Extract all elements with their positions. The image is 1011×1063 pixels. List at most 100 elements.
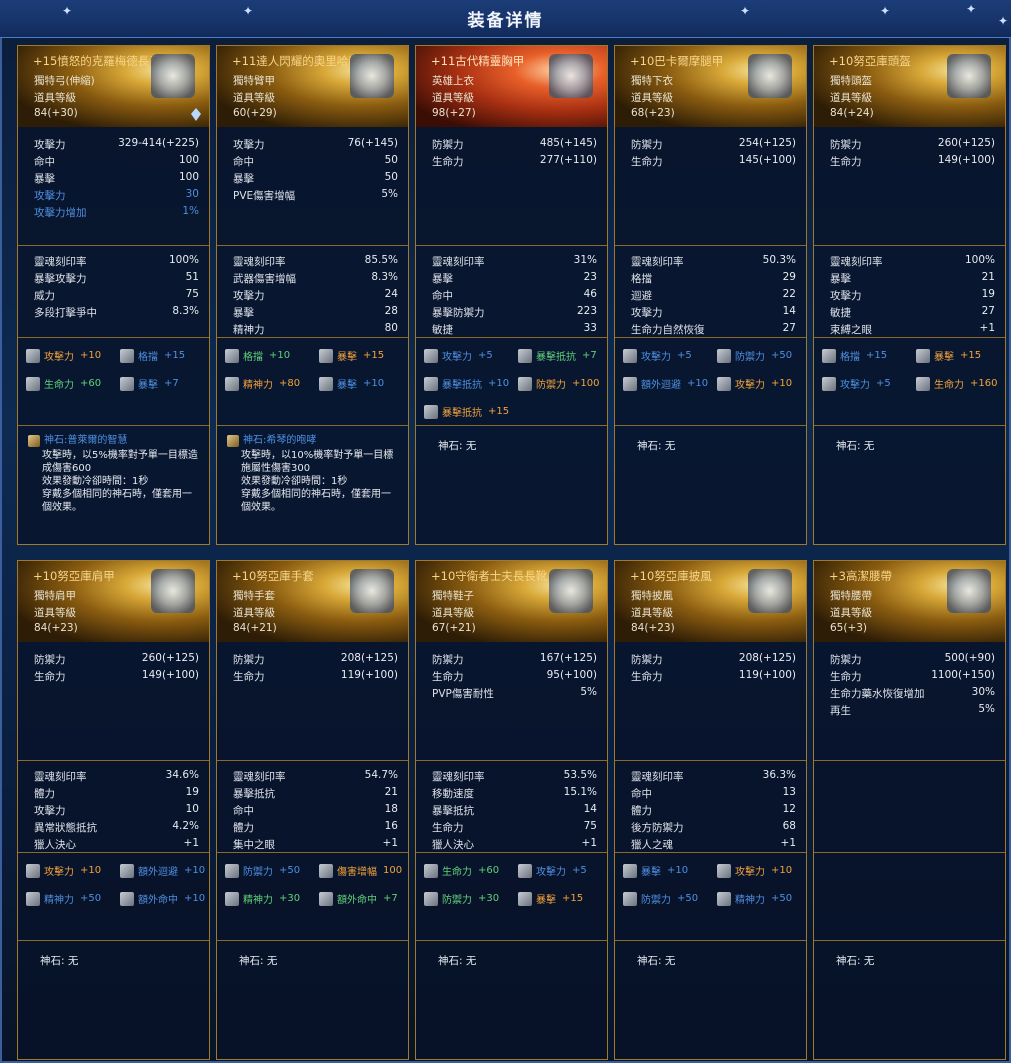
soul-row: 生命力 75 bbox=[432, 820, 597, 835]
equipment-card[interactable]: +10守衛者士夫長長靴 獨特鞋子 道具等級 67(+21) 防禦力 167(+125) 生命… bbox=[415, 560, 608, 1060]
equipment-card[interactable]: +11達人閃耀的奧里哈康鐵甲 獨特臂甲 道具等級 60(+29) 攻擊力 76(+145)… bbox=[216, 45, 409, 545]
soul-row: 體力 16 bbox=[233, 820, 398, 835]
item-level-label: 道具等級 bbox=[830, 92, 872, 104]
manastone-slot[interactable]: 暴擊抵抗 +15 bbox=[424, 404, 509, 419]
godstone-label: 神石: bbox=[243, 435, 267, 446]
manastone-slot[interactable]: 暴擊抵抗 +10 bbox=[424, 376, 509, 391]
item-header: +10努亞庫手套 獨特手套 道具等級 84(+21) bbox=[217, 561, 408, 642]
soul-row: 靈魂刻印率 31% bbox=[432, 254, 597, 269]
stat-name: 靈魂刻印率 bbox=[631, 771, 684, 783]
stat-row: 防禦力 167(+125) bbox=[432, 652, 597, 667]
manastone-icon bbox=[319, 891, 333, 906]
manastone-slot[interactable]: 攻擊力 +10 bbox=[717, 863, 792, 878]
manastone-slot[interactable]: 精神力 +30 bbox=[225, 891, 300, 906]
stat-value: 167(+125) bbox=[539, 652, 597, 664]
manastone-slot[interactable]: 格擋 +15 bbox=[822, 348, 887, 363]
manastone-slot[interactable]: 防禦力 +100 bbox=[518, 376, 599, 391]
equipment-card[interactable]: +10努亞庫披風 獨特披風 道具等級 84(+23) 防禦力 208(+125) 生命力 11… bbox=[614, 560, 807, 1060]
stat-row: PVE傷害增幅 5% bbox=[233, 188, 398, 203]
soul-row: 命中 18 bbox=[233, 803, 398, 818]
manastone-slot[interactable]: 精神力 +50 bbox=[26, 891, 101, 906]
manastone-icon bbox=[916, 348, 930, 363]
manastone-icon bbox=[717, 348, 731, 363]
godstone: 神石: 无 bbox=[615, 425, 806, 544]
manastone-slot[interactable]: 暴擊抵抗 +7 bbox=[518, 348, 597, 363]
godstone-label: 神石: bbox=[836, 955, 861, 967]
manastone-slot[interactable]: 額外迴避 +10 bbox=[120, 863, 205, 878]
manastone-slot[interactable]: 暴擊 +15 bbox=[518, 891, 583, 906]
manastone-slot[interactable]: 攻擊力 +5 bbox=[424, 348, 493, 363]
manastone-slot[interactable]: 防禦力 +30 bbox=[424, 891, 499, 906]
manastone-slot[interactable]: 防禦力 +50 bbox=[717, 348, 792, 363]
stat-name: 生命力 bbox=[34, 671, 66, 683]
manastone-slot[interactable]: 額外命中 +7 bbox=[319, 891, 398, 906]
star-icon: ✦ bbox=[62, 4, 73, 18]
manastone-slot[interactable]: 暴擊 +10 bbox=[319, 376, 384, 391]
manastone-slot[interactable]: 暴擊 +10 bbox=[623, 863, 688, 878]
stat-row: 生命力 145(+100) bbox=[631, 154, 796, 169]
manastone-slot[interactable]: 攻擊力 +10 bbox=[26, 863, 101, 878]
item-level-label: 道具等級 bbox=[830, 607, 872, 619]
manastone-slot[interactable]: 暴擊 +15 bbox=[916, 348, 981, 363]
stat-value: 223 bbox=[576, 305, 597, 317]
manastone-slot[interactable]: 攻擊力 +5 bbox=[822, 376, 891, 391]
manastones: 攻擊力 +5 防禦力 +50 額外迴避 +10 攻擊力 +10 bbox=[615, 337, 806, 425]
manastone-icon bbox=[424, 863, 438, 878]
item-icon bbox=[748, 54, 792, 98]
base-stats: 防禦力 500(+90) 生命力 1100(+150) 生命力藥水恢復增加 30% 再生 5% bbox=[814, 642, 1005, 760]
manastone-slot[interactable]: 生命力 +60 bbox=[26, 376, 101, 391]
manastone-icon bbox=[424, 891, 438, 906]
manastone-icon bbox=[623, 348, 637, 363]
equipment-card[interactable]: +10努亞庫頭盔 獨特頭盔 道具等級 84(+24) 防禦力 260(+125) 生命力 14… bbox=[813, 45, 1006, 545]
manastone-slot[interactable]: 生命力 +160 bbox=[916, 376, 997, 391]
manastone-value: +10 bbox=[687, 378, 709, 389]
manastone-slot[interactable]: 防禦力 +50 bbox=[623, 891, 698, 906]
manastone-name: 暴擊 bbox=[138, 380, 158, 391]
stat-value: 24 bbox=[384, 288, 398, 300]
manastone-slot[interactable]: 傷害增幅 100 bbox=[319, 863, 402, 878]
soul-row: 暴擊 21 bbox=[830, 271, 995, 286]
manastone-slot[interactable]: 攻擊力 +10 bbox=[26, 348, 101, 363]
manastone-value: +60 bbox=[478, 865, 500, 876]
stat-name: 多段打擊爭中 bbox=[34, 307, 97, 319]
manastone-slot[interactable]: 攻擊力 +5 bbox=[518, 863, 587, 878]
manastone-slot[interactable]: 額外迴避 +10 bbox=[623, 376, 708, 391]
item-header: +11達人閃耀的奧里哈康鐵甲 獨特臂甲 道具等級 60(+29) bbox=[217, 46, 408, 127]
manastone-slot[interactable]: 額外命中 +10 bbox=[120, 891, 205, 906]
manastone-slot[interactable]: 格擋 +15 bbox=[120, 348, 185, 363]
soul-row: 多段打擊爭中 8.3% bbox=[34, 305, 199, 320]
equipment-card[interactable]: +10努亞庫肩甲 獨特肩甲 道具等級 84(+23) 防禦力 260(+125) 生命力 14… bbox=[17, 560, 210, 1060]
stat-name: 敏捷 bbox=[830, 307, 851, 319]
equipment-card[interactable]: +15憤怒的克羅梅德長弓 獨特弓(伸縮) 道具等級 84(+30) 攻擊力 329-414… bbox=[17, 45, 210, 545]
manastone-value: +30 bbox=[279, 893, 301, 904]
manastone-value: +50 bbox=[677, 893, 699, 904]
soul-row: 靈魂刻印率 36.3% bbox=[631, 769, 796, 784]
manastone-slot[interactable]: 防禦力 +50 bbox=[225, 863, 300, 878]
manastone-icon bbox=[120, 376, 134, 391]
equipment-card[interactable]: +10巴卡爾摩腿甲 獨特下衣 道具等級 68(+23) 防禦力 254(+125) 生命力 1… bbox=[614, 45, 807, 545]
manastone-slot[interactable]: 格擋 +10 bbox=[225, 348, 290, 363]
item-header: +10守衛者士夫長長靴 獨特鞋子 道具等級 67(+21) bbox=[416, 561, 607, 642]
item-type: 獨特肩甲 bbox=[34, 590, 76, 602]
manastone-slot[interactable]: 攻擊力 +5 bbox=[623, 348, 692, 363]
stat-name: 防禦力 bbox=[631, 139, 663, 151]
manastone-slot[interactable]: 精神力 +50 bbox=[717, 891, 792, 906]
manastone-slot[interactable]: 生命力 +60 bbox=[424, 863, 499, 878]
soul-stats: 靈魂刻印率 100% 暴擊 21 攻擊力 19 敏捷 27 束縛之眼 +1 bbox=[814, 245, 1005, 337]
manastone-slot[interactable]: 攻擊力 +10 bbox=[717, 376, 792, 391]
equipment-card[interactable]: +3高潔腰帶 獨特腰帶 道具等級 65(+3) 防禦力 500(+90) 生命力 1100(+… bbox=[813, 560, 1006, 1060]
stat-value: 12 bbox=[782, 803, 796, 815]
manastone-icon bbox=[518, 376, 532, 391]
stat-name: 後方防禦力 bbox=[631, 822, 684, 834]
manastone-slot[interactable]: 暴擊 +7 bbox=[120, 376, 179, 391]
godstone: 神石: 无 bbox=[416, 425, 607, 544]
manastone-slot[interactable]: 暴擊 +15 bbox=[319, 348, 384, 363]
godstone-value: 无 bbox=[664, 440, 676, 452]
stat-name: 攻擊力 bbox=[34, 190, 66, 202]
soul-row: 命中 46 bbox=[432, 288, 597, 303]
manastone-value: +7 bbox=[582, 350, 597, 361]
manastone-name: 攻擊力 bbox=[442, 352, 472, 363]
manastone-slot[interactable]: 精神力 +80 bbox=[225, 376, 300, 391]
equipment-card[interactable]: +10努亞庫手套 獨特手套 道具等級 84(+21) 防禦力 208(+125) 生命力 11… bbox=[216, 560, 409, 1060]
equipment-card[interactable]: +11古代精靈胸甲 英雄上衣 道具等級 98(+27) 防禦力 485(+145) 生命力 2… bbox=[415, 45, 608, 545]
